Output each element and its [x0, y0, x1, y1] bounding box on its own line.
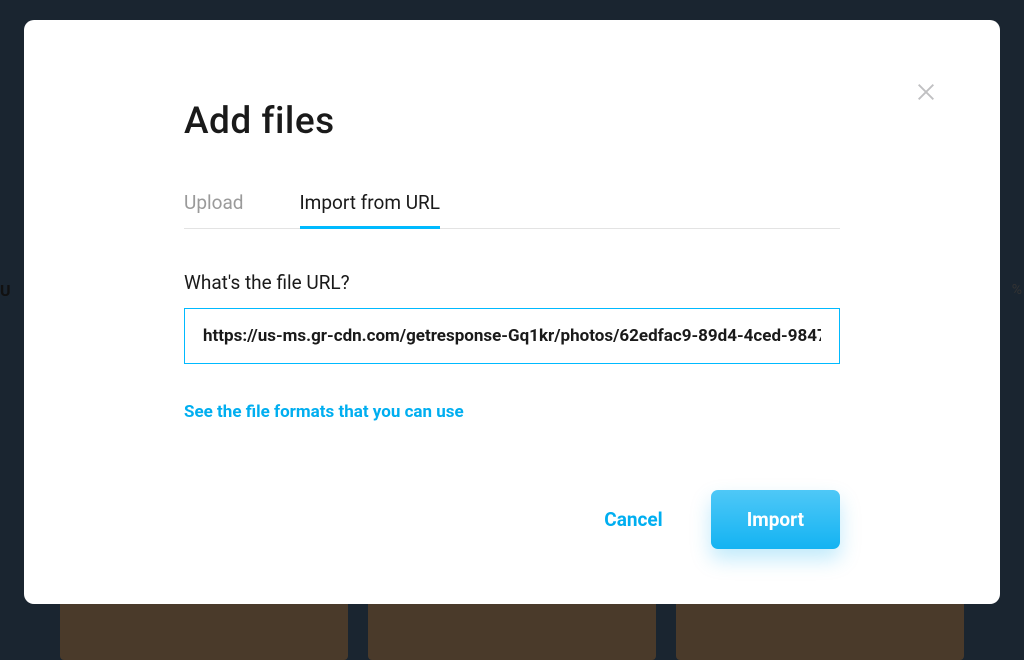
- cancel-button[interactable]: Cancel: [604, 508, 662, 531]
- close-icon: [915, 81, 937, 103]
- thumb-tile: [676, 600, 964, 660]
- backdrop-right-fragment: %: [1012, 275, 1022, 305]
- close-button[interactable]: [912, 78, 940, 106]
- modal-actions: Cancel Import: [184, 490, 840, 549]
- thumb-tile: [368, 600, 656, 660]
- url-input[interactable]: [184, 308, 840, 364]
- thumb-tile: [60, 600, 348, 660]
- tab-upload[interactable]: Upload: [184, 191, 244, 228]
- tabs: Upload Import from URL: [184, 191, 840, 229]
- backdrop-left-fragment: U: [0, 275, 11, 305]
- tab-import-from-url[interactable]: Import from URL: [300, 191, 441, 228]
- url-field-label: What's the file URL?: [184, 271, 840, 294]
- import-button[interactable]: Import: [711, 490, 840, 549]
- modal-title: Add files: [184, 100, 840, 143]
- backdrop-thumbnails: [0, 600, 1024, 660]
- add-files-modal: Add files Upload Import from URL What's …: [24, 20, 1000, 604]
- file-formats-link[interactable]: See the file formats that you can use: [184, 402, 464, 422]
